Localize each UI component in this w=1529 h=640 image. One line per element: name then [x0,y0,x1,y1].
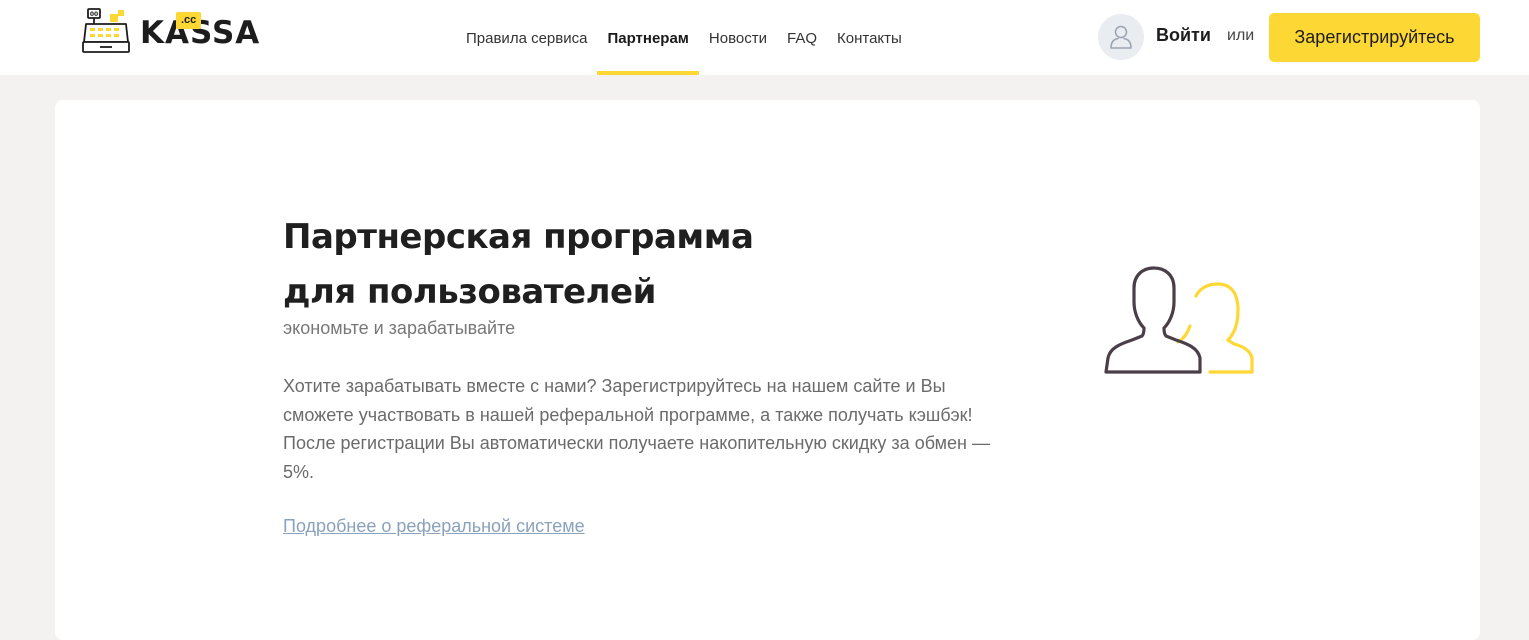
site-header: 00 KASSA .cc Правила сервиса Партнерам Н… [0,0,1529,75]
page-title-line1: Партнерская программа [283,217,754,257]
nav-item-news[interactable]: Новости [699,0,777,75]
main-nav: Правила сервиса Партнерам Новости FAQ Ко… [456,0,912,75]
program-description: Хотите зарабатывать вместе с нами? Зарег… [283,376,990,482]
user-outline-icon [1110,25,1132,49]
nav-item-rules[interactable]: Правила сервиса [456,0,597,75]
svg-text:00: 00 [90,11,98,18]
nav-item-faq[interactable]: FAQ [777,0,827,75]
cash-register-icon: 00 [82,8,130,53]
register-button[interactable]: Зарегистрируйтесь [1269,13,1480,62]
or-label: или [1227,27,1255,44]
partner-program-card [55,100,1480,640]
page-subtitle: экономьте и зарабатывайте [283,318,516,338]
page-title: Партнерская программа для пользователей [283,210,983,320]
referral-details-link[interactable]: Подробнее о реферальной системе [283,516,585,537]
nav-item-contacts[interactable]: Контакты [827,0,912,75]
logo-badge: .cc [176,12,202,29]
login-link[interactable]: Войти [1156,25,1211,46]
two-users-icon [1104,266,1254,374]
page-title-line2: для пользователей [283,272,656,312]
avatar[interactable] [1098,14,1144,60]
logo[interactable]: 00 KASSA [80,6,260,56]
nav-item-partners[interactable]: Партнерам [597,0,700,75]
